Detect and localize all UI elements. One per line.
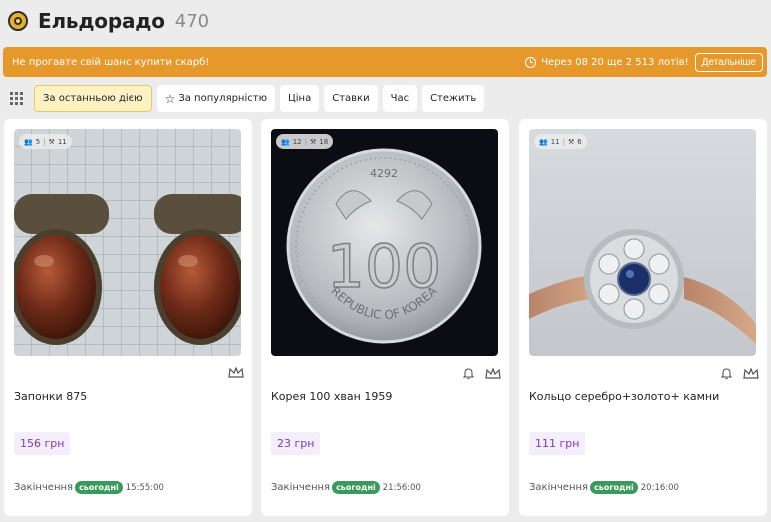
lot-title[interactable]: Запонки 875	[14, 390, 87, 403]
details-button[interactable]: Детальніше	[694, 52, 763, 72]
sort-label: Ціна	[288, 93, 312, 104]
sort-watching-button[interactable]: Стежить	[422, 85, 485, 112]
lot-stats: 👥 11 | ⚒ 6	[534, 134, 587, 149]
lot-title[interactable]: Корея 100 хван 1959	[271, 390, 392, 403]
crown-icon[interactable]	[743, 367, 759, 380]
sort-label: За популярністю	[178, 93, 267, 104]
ending-label: Закінчення	[14, 482, 74, 493]
ending-time: 15:55:00	[125, 482, 164, 493]
lot-card[interactable]: 4292 100 REPUBLIC OF KOREA 👥 12 | ⚒ 18 Кор…	[261, 119, 509, 516]
lot-price: 156 грн	[14, 432, 71, 455]
watchers-icon: 👥	[24, 137, 33, 146]
lot-title[interactable]: Кольцо серебро+золото+ камни	[529, 390, 719, 403]
star-icon: ☆	[164, 91, 176, 106]
watchers-icon: 👥	[281, 137, 290, 146]
sort-popularity-button[interactable]: ☆ За популярністю	[156, 85, 275, 112]
page-title: Ельдорадо	[38, 9, 165, 33]
sort-label: Ставки	[332, 93, 370, 104]
lot-price: 23 грн	[271, 432, 321, 455]
sort-label: Стежить	[430, 93, 477, 104]
clock-icon	[525, 56, 537, 68]
today-badge: сьогодні	[332, 481, 380, 494]
lot-ending: Закінчення сьогодні 15:55:00	[14, 481, 164, 494]
ending-label: Закінчення	[271, 482, 331, 493]
lot-count: 470	[174, 10, 210, 32]
sort-price-button[interactable]: Ціна	[280, 85, 320, 112]
crown-icon[interactable]	[228, 367, 244, 379]
banner-countdown: Через 08 20 ще 2 513 лотів!	[541, 56, 689, 68]
lot-card[interactable]: 👥 5 | ⚒ 11 Запонки 875 156 грн Закінчення …	[4, 119, 252, 516]
sort-label: Час	[390, 93, 410, 104]
ending-label: Закінчення	[529, 482, 589, 493]
watchers-count: 11	[550, 137, 560, 146]
watchers-icon: 👥	[539, 137, 548, 146]
lot-stats: 👥 5 | ⚒ 11	[19, 134, 72, 149]
promo-banner: Не прогавте свій шанс купити скарб! Чере…	[3, 47, 767, 77]
sort-time-button[interactable]: Час	[382, 85, 418, 112]
lot-stats: 👥 12 | ⚒ 18	[276, 134, 334, 149]
hammer-icon: ⚒	[48, 137, 55, 146]
lot-ending: Закінчення сьогодні 20:16:00	[529, 481, 679, 494]
lot-price: 111 грн	[529, 432, 586, 455]
lot-photo[interactable]: 4292 100 REPUBLIC OF KOREA 👥 12 | ⚒ 18	[271, 129, 498, 356]
bids-count: 11	[57, 137, 67, 146]
watchers-count: 12	[292, 137, 302, 146]
eldorado-logo-icon	[8, 11, 28, 31]
ending-time: 20:16:00	[640, 482, 679, 493]
lot-photo[interactable]: 👥 11 | ⚒ 6	[529, 129, 756, 356]
today-badge: сьогодні	[75, 481, 123, 494]
banner-text: Не прогавте свій шанс купити скарб!	[12, 56, 210, 68]
lot-card[interactable]: 👥 11 | ⚒ 6 Кольцо серебро+золото+ камни 11…	[519, 119, 767, 516]
lot-photo[interactable]: 👥 5 | ⚒ 11	[14, 129, 241, 356]
grid-view-icon[interactable]	[10, 91, 24, 106]
watchers-count: 5	[35, 137, 41, 146]
sort-bids-button[interactable]: Ставки	[324, 85, 378, 112]
coin-year: 4292	[370, 167, 398, 180]
page-header: Ельдорадо 470	[8, 8, 209, 34]
today-badge: сьогодні	[590, 481, 638, 494]
sort-last-action-button[interactable]: За останньою дією	[34, 85, 152, 112]
ending-time: 21:56:00	[382, 482, 421, 493]
sort-toolbar: За останньою дією ☆ За популярністю Ціна …	[8, 85, 489, 112]
crown-icon[interactable]	[485, 367, 501, 380]
lot-ending: Закінчення сьогодні 21:56:00	[271, 481, 421, 494]
hammer-icon: ⚒	[310, 137, 317, 146]
bids-count: 6	[577, 137, 582, 146]
bell-icon[interactable]	[720, 367, 733, 380]
bell-icon[interactable]	[462, 367, 475, 380]
sort-label: За останньою дією	[43, 93, 143, 104]
hammer-icon: ⚒	[568, 137, 575, 146]
bids-count: 18	[319, 137, 329, 146]
